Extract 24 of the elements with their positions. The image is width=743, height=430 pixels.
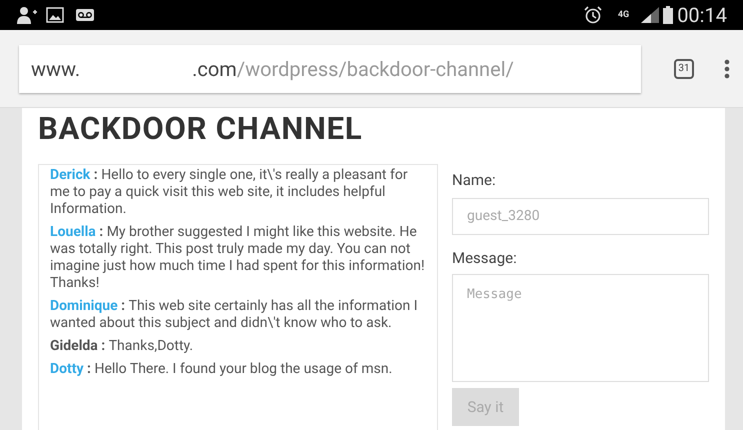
page-title: BACKDOOR CHANNEL bbox=[38, 113, 364, 144]
comment: Derick : Hello to every single one, it\'s really a pleasant for me to pay a quick visit this web site, it includes helpful Information. bbox=[50, 167, 409, 218]
url-host: www. bbox=[31, 56, 80, 82]
battery-icon bbox=[663, 6, 674, 24]
message-label: Message: bbox=[452, 248, 518, 268]
url-path: /wordpress/backdoor-channel/ bbox=[236, 56, 514, 82]
address-field[interactable]: www. .com/wordpress/backdoor-channel/ bbox=[19, 44, 641, 92]
comment: Dotty : Hello There. I found your blog the usage of msn. bbox=[50, 361, 394, 378]
signal-icon bbox=[641, 7, 660, 23]
alarm-icon bbox=[584, 6, 602, 24]
menu-icon[interactable] bbox=[724, 58, 730, 78]
comment: Gidelda : Thanks,Dotty. bbox=[50, 338, 194, 355]
voicemail-icon bbox=[76, 9, 94, 21]
comment: Dominique : This web site certainly has all the information I wanted about this subject and didn\'t know who to ask. bbox=[50, 298, 419, 332]
url-domain: .com bbox=[192, 56, 237, 82]
image-icon bbox=[46, 7, 64, 23]
network-type: 4G bbox=[618, 10, 630, 20]
name-field[interactable]: guest_3280 bbox=[452, 198, 709, 234]
add-contact-icon bbox=[16, 6, 38, 24]
name-label: Name: bbox=[452, 170, 497, 191]
clock-time: 00:14 bbox=[677, 5, 727, 25]
comment: Louella : My brother suggested I might like this website. He was totally right. This post truly made my day. You can not imagine just how much time I had spent for this information! Thanks! bbox=[50, 224, 426, 292]
message-field[interactable]: Message bbox=[452, 274, 709, 382]
tabs-button[interactable]: 31 bbox=[674, 58, 694, 78]
